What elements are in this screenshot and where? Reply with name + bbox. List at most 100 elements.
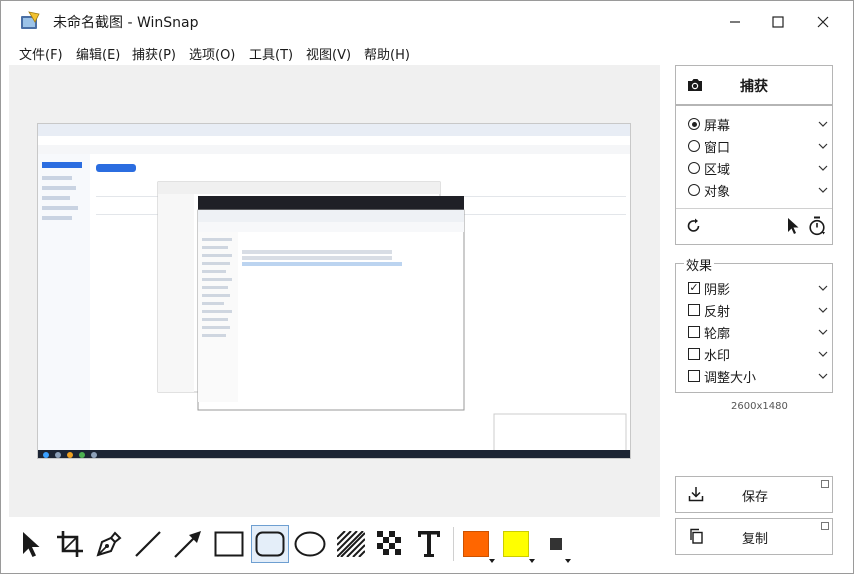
rectangle-tool[interactable] [210,525,248,563]
effect-outline-label: 轮廓 [704,326,731,342]
menu-help[interactable]: 帮助(H) [364,44,410,63]
effect-watermark[interactable]: 水印 [688,344,828,364]
effect-shadow-checkbox[interactable]: ✓ [688,282,700,294]
mode-screen-label: 屏幕 [704,118,731,134]
maximize-icon [772,16,784,28]
effect-outline[interactable]: 轮廓 [688,322,828,342]
pixelate-icon [377,531,401,555]
save-label: 保存 [742,490,769,505]
mode-window-label: 窗口 [704,140,731,156]
menu-edit[interactable]: 编辑(E) [76,44,120,63]
crop-tool[interactable] [51,525,89,563]
pen-tool[interactable] [90,525,128,563]
dropdown-arrow-icon [565,559,571,563]
effect-resize[interactable]: 调整大小 [688,366,828,386]
copy-auto-checkbox[interactable] [821,522,829,530]
effect-reflection[interactable]: 反射 [688,300,828,320]
effect-outline-checkbox[interactable] [688,326,700,338]
rounded-rectangle-icon [255,531,285,557]
ellipse-icon [294,531,326,557]
capture-label: 捕获 [740,79,768,95]
hatch-icon [337,531,365,557]
save-auto-checkbox[interactable] [821,480,829,488]
timer-icon[interactable] [808,216,826,236]
download-icon [688,487,704,502]
effect-reflection-checkbox[interactable] [688,304,700,316]
line-width-button[interactable] [537,525,575,563]
effect-watermark-label: 水印 [704,348,731,364]
capture-button[interactable]: 捕获 [675,65,833,105]
menu-options[interactable]: 选项(O) [189,44,235,63]
image-dimensions: 2600x1480 [731,401,788,412]
captured-screenshot [37,123,631,459]
effect-shadow-label: 阴影 [704,282,731,298]
chevron-down-icon[interactable] [818,349,828,359]
chevron-down-icon[interactable] [818,371,828,381]
dropdown-arrow-icon [489,559,495,563]
cursor-icon[interactable] [786,217,800,235]
effects-title: 效果 [684,255,715,274]
text-tool[interactable] [410,525,448,563]
line-width-icon [550,538,562,550]
redo-icon[interactable] [686,218,702,234]
mode-region-radio[interactable] [688,162,700,174]
arrow-tool[interactable] [169,525,207,563]
pixelate-tool[interactable] [371,525,409,563]
rectangle-icon [214,531,244,557]
effect-resize-label: 调整大小 [704,370,757,386]
mode-screen-radio[interactable] [688,118,700,130]
pointer-icon [23,532,40,557]
mode-region[interactable]: 区域 [688,158,828,178]
chevron-down-icon[interactable] [818,327,828,337]
winsnap-window: 未命名截图 - WinSnap 文件(F) 编辑(E) 捕获(P) 选项(O) … [0,0,854,574]
chevron-down-icon[interactable] [818,305,828,315]
rounded-rectangle-tool[interactable] [251,525,289,563]
image-canvas[interactable] [9,65,660,517]
effect-watermark-checkbox[interactable] [688,348,700,360]
hatch-tool[interactable] [332,525,370,563]
menu-capture[interactable]: 捕获(P) [132,44,176,63]
mode-window-radio[interactable] [688,140,700,152]
save-button[interactable]: 保存 [675,476,833,513]
divider [676,208,832,209]
close-button[interactable] [803,7,843,37]
mode-window[interactable]: 窗口 [688,136,828,156]
mode-object[interactable]: 对象 [688,180,828,200]
effect-resize-checkbox[interactable] [688,370,700,382]
line-icon [135,531,161,557]
chevron-down-icon[interactable] [818,141,828,151]
minimize-button[interactable] [715,7,755,37]
pen-icon [96,531,122,557]
ellipse-tool[interactable] [291,525,329,563]
mode-region-label: 区域 [704,162,731,178]
menu-bar: 文件(F) 编辑(E) 捕获(P) 选项(O) 工具(T) 视图(V) 帮助(H… [1,41,853,65]
chevron-down-icon[interactable] [818,283,828,293]
chevron-down-icon[interactable] [818,185,828,195]
arrow-icon [174,531,201,558]
menu-file[interactable]: 文件(F) [19,44,63,63]
menu-view[interactable]: 视图(V) [306,44,351,63]
mode-screen[interactable]: 屏幕 [688,114,828,134]
secondary-color-swatch [503,531,529,557]
pointer-tool[interactable] [12,525,50,563]
mode-object-label: 对象 [704,184,731,200]
effect-shadow[interactable]: ✓ 阴影 [688,278,828,298]
secondary-color-button[interactable] [497,525,535,563]
copy-button[interactable]: 复制 [675,518,833,555]
text-icon [418,531,440,557]
toolbar-divider [453,527,454,561]
chevron-down-icon[interactable] [818,163,828,173]
mode-object-radio[interactable] [688,184,700,196]
title-bar: 未命名截图 - WinSnap [1,1,853,41]
chevron-down-icon[interactable] [818,119,828,129]
close-icon [817,16,829,28]
capture-mode-panel: 屏幕 窗口 区域 对象 [675,105,833,245]
dropdown-arrow-icon [529,559,535,563]
line-tool[interactable] [129,525,167,563]
primary-color-button[interactable] [457,525,495,563]
effects-panel: ✓ 阴影 反射 轮廓 水印 调整大小 [675,263,833,393]
menu-tools[interactable]: 工具(T) [249,44,293,63]
copy-icon [690,528,703,544]
primary-color-swatch [463,531,489,557]
maximize-button[interactable] [758,7,798,37]
